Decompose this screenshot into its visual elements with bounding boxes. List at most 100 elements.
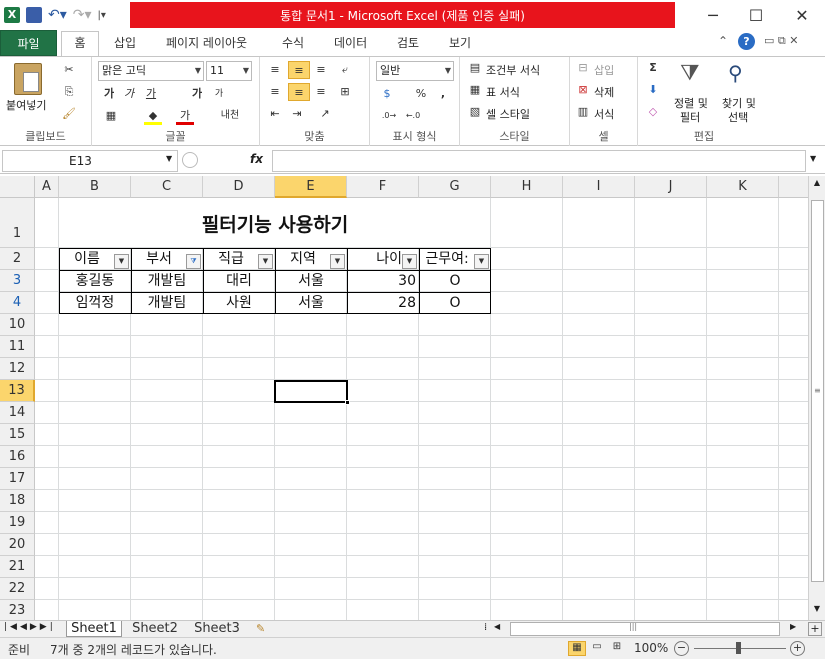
paste-button[interactable]: 붙여넣기 [6,97,46,113]
row-header[interactable]: 21 [0,556,35,578]
align-left-icon[interactable]: ≡ [266,83,284,101]
copy-icon[interactable]: ⎘ [60,83,78,101]
insert-cells-icon[interactable]: ⊟ [574,59,592,77]
underline-button[interactable]: 가 [142,85,160,103]
font-size-combo[interactable]: 11 ▼ [206,61,252,81]
active-cell-selection[interactable] [274,380,350,405]
merge-center-icon[interactable]: ⊞ [336,83,354,101]
table-header-cell[interactable]: 나이 [348,249,402,269]
normal-view-icon[interactable]: ▦ [568,641,586,656]
align-middle-icon[interactable]: ≡ [288,61,310,79]
table-cell[interactable]: 홍길동 [60,271,130,291]
align-center-icon[interactable]: ≡ [288,83,310,101]
decrease-indent-icon[interactable]: ⇤ [266,105,284,123]
table-header-cell[interactable]: 부서 [132,249,186,269]
column-header-f[interactable]: F [347,176,419,198]
table-cell[interactable]: O [420,271,490,291]
tab-file[interactable]: 파일 [0,30,57,56]
find-select-button-line2[interactable]: 선택 [728,109,748,125]
clear-icon[interactable]: ◇ [644,103,662,121]
align-bottom-icon[interactable]: ≡ [312,61,330,79]
cell-styles-icon[interactable]: ▧ [466,103,484,121]
vertical-scrollbar[interactable]: ▲ ≡ ▼ [808,176,825,620]
tab-review[interactable]: 검토 [389,32,427,56]
table-cell[interactable]: 28 [348,293,416,313]
tab-home[interactable]: 홈 [61,31,99,57]
row-header[interactable]: 1 [0,198,35,248]
number-format-combo[interactable]: 일반 ▼ [376,61,454,81]
bold-button[interactable]: 가 [100,85,118,103]
column-header-e[interactable]: E [275,176,347,198]
grow-font-button[interactable]: 가 [188,85,206,103]
undo-icon[interactable]: ↶▾ [48,7,67,23]
increase-decimal-icon[interactable]: .0→ [380,107,398,125]
minimize-button[interactable]: ─ [690,0,736,30]
table-cell[interactable]: O [420,293,490,313]
tab-insert[interactable]: 삽입 [106,32,144,56]
table-format-button[interactable]: 표 서식 [486,84,520,100]
column-header-d[interactable]: D [203,176,275,198]
orientation-icon[interactable]: ↗ [316,105,334,123]
collapse-ribbon-icon[interactable]: ⌃ [718,34,728,48]
paste-icon[interactable] [14,63,42,95]
column-header-c[interactable]: C [131,176,203,198]
maximize-button[interactable]: ☐ [733,0,779,30]
restore-window-icons[interactable]: ▭ ⧉ ✕ [764,34,798,48]
binoculars-icon[interactable]: ⚲ [728,61,743,85]
delete-cells-button[interactable]: 삭제 [594,84,614,100]
column-header-a[interactable]: A [35,176,59,198]
column-header-k[interactable]: K [707,176,779,198]
format-painter-icon[interactable]: 🖌 [60,105,78,123]
page-break-view-icon[interactable]: ⊞ [608,641,626,656]
row-header[interactable]: 12 [0,358,35,380]
new-sheet-icon[interactable]: ✎ [256,622,265,635]
sheet-nav-icons[interactable]: |◀◀▶▶| [4,622,56,632]
page-layout-view-icon[interactable]: ▭ [588,641,606,656]
filter-active-icon[interactable]: ⧩ [186,254,201,269]
accounting-format-icon[interactable]: $ [378,85,396,103]
row-header[interactable]: 15 [0,424,35,446]
tab-data[interactable]: 데이터 [326,32,375,56]
help-icon[interactable]: ? [738,33,755,50]
filter-dropdown-icon[interactable]: ▼ [258,254,273,269]
borders-icon[interactable]: ▦ [102,107,120,125]
zoom-in-icon[interactable]: + [790,641,805,656]
conditional-format-button[interactable]: 조건부 서식 [486,62,540,78]
horizontal-scroll-thumb[interactable]: ||| [510,622,780,636]
filter-dropdown-icon[interactable]: ▼ [330,254,345,269]
format-cells-button[interactable]: 서식 [594,106,614,122]
table-cell[interactable]: 30 [348,271,416,291]
sort-filter-button-line2[interactable]: 필터 [680,109,700,125]
row-header[interactable]: 18 [0,490,35,512]
table-header-cell[interactable]: 근무여: [420,249,474,269]
zoom-out-icon[interactable]: − [674,641,689,656]
scroll-left-icon[interactable]: ◀ [494,622,500,631]
phonetic-button[interactable]: 내천 [218,107,242,125]
filter-dropdown-icon[interactable]: ▼ [402,254,417,269]
fill-icon[interactable]: ⬇ [644,81,662,99]
scroll-down-icon[interactable]: ▼ [810,604,824,616]
column-header-g[interactable]: G [419,176,491,198]
format-cells-icon[interactable]: ▥ [574,103,592,121]
expand-formula-icon[interactable]: ▼ [810,154,816,163]
select-all-corner[interactable] [0,176,35,198]
customize-qat-icon[interactable]: |▾ [98,10,106,21]
row-header[interactable]: 4 [0,292,35,314]
tab-formulas[interactable]: 수식 [274,32,312,56]
table-header-cell[interactable]: 직급 [204,249,258,269]
scroll-up-icon[interactable]: ▲ [810,178,824,190]
filter-dropdown-icon[interactable]: ▼ [114,254,129,269]
column-header-j[interactable]: J [635,176,707,198]
name-box-dropdown-icon[interactable]: ▼ [166,154,172,163]
row-header[interactable]: 16 [0,446,35,468]
tab-page-layout[interactable]: 페이지 레이아웃 [158,32,255,56]
filter-dropdown-icon[interactable]: ▼ [474,254,489,269]
tab-split-icon[interactable]: ⁞ [484,622,487,633]
row-header[interactable]: 10 [0,314,35,336]
column-header-l[interactable] [779,176,808,198]
increase-indent-icon[interactable]: ⇥ [288,105,306,123]
autosum-icon[interactable]: Σ [644,59,662,77]
formula-input[interactable] [272,150,806,172]
zoom-level[interactable]: 100% [634,641,668,655]
table-cell[interactable]: 개발팀 [132,293,202,313]
